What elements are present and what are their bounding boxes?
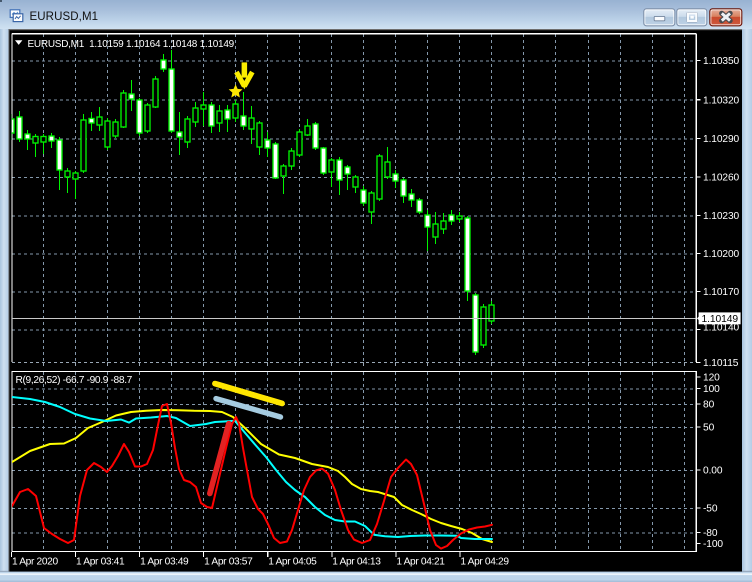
svg-text:1 Apr 03:41: 1 Apr 03:41 [76,557,125,568]
svg-text:100: 100 [703,384,720,395]
svg-text:-100: -100 [703,539,723,550]
svg-text:1.10149: 1.10149 [702,314,739,325]
svg-text:1 Apr 03:49: 1 Apr 03:49 [140,557,189,568]
svg-text:1 Apr 04:21: 1 Apr 04:21 [396,557,445,568]
svg-text:R(9,26,52) -66.7 -90.9 -88.7: R(9,26,52) -66.7 -90.9 -88.7 [16,375,133,386]
svg-text:EURUSD,M1: EURUSD,M1 [30,11,99,23]
svg-text:1.10170: 1.10170 [703,287,740,298]
svg-text:1.10350: 1.10350 [703,56,740,67]
svg-text:1 Apr 2020: 1 Apr 2020 [12,557,58,568]
svg-text:-80: -80 [703,528,718,539]
svg-text:1.10200: 1.10200 [703,249,740,260]
svg-text:EURUSD,M1 1.10159 1.10164 1.1: EURUSD,M1 1.10159 1.10164 1.10148 1.1014… [28,39,235,50]
svg-text:1.10115: 1.10115 [703,358,739,369]
svg-text:1 Apr 04:29: 1 Apr 04:29 [460,557,509,568]
svg-text:1.10290: 1.10290 [703,134,740,145]
svg-text:1 Apr 04:05: 1 Apr 04:05 [268,557,317,568]
svg-text:1.10320: 1.10320 [703,95,740,106]
svg-text:1 Apr 04:13: 1 Apr 04:13 [332,557,381,568]
svg-text:120: 120 [703,373,720,384]
svg-text:1.10230: 1.10230 [703,211,740,222]
svg-text:0.00: 0.00 [703,466,723,477]
svg-text:1 Apr 03:57: 1 Apr 03:57 [204,557,253,568]
svg-text:1.10260: 1.10260 [703,173,740,184]
svg-text:80: 80 [703,400,715,411]
svg-text:50: 50 [703,423,715,434]
svg-text:-50: -50 [703,504,718,515]
